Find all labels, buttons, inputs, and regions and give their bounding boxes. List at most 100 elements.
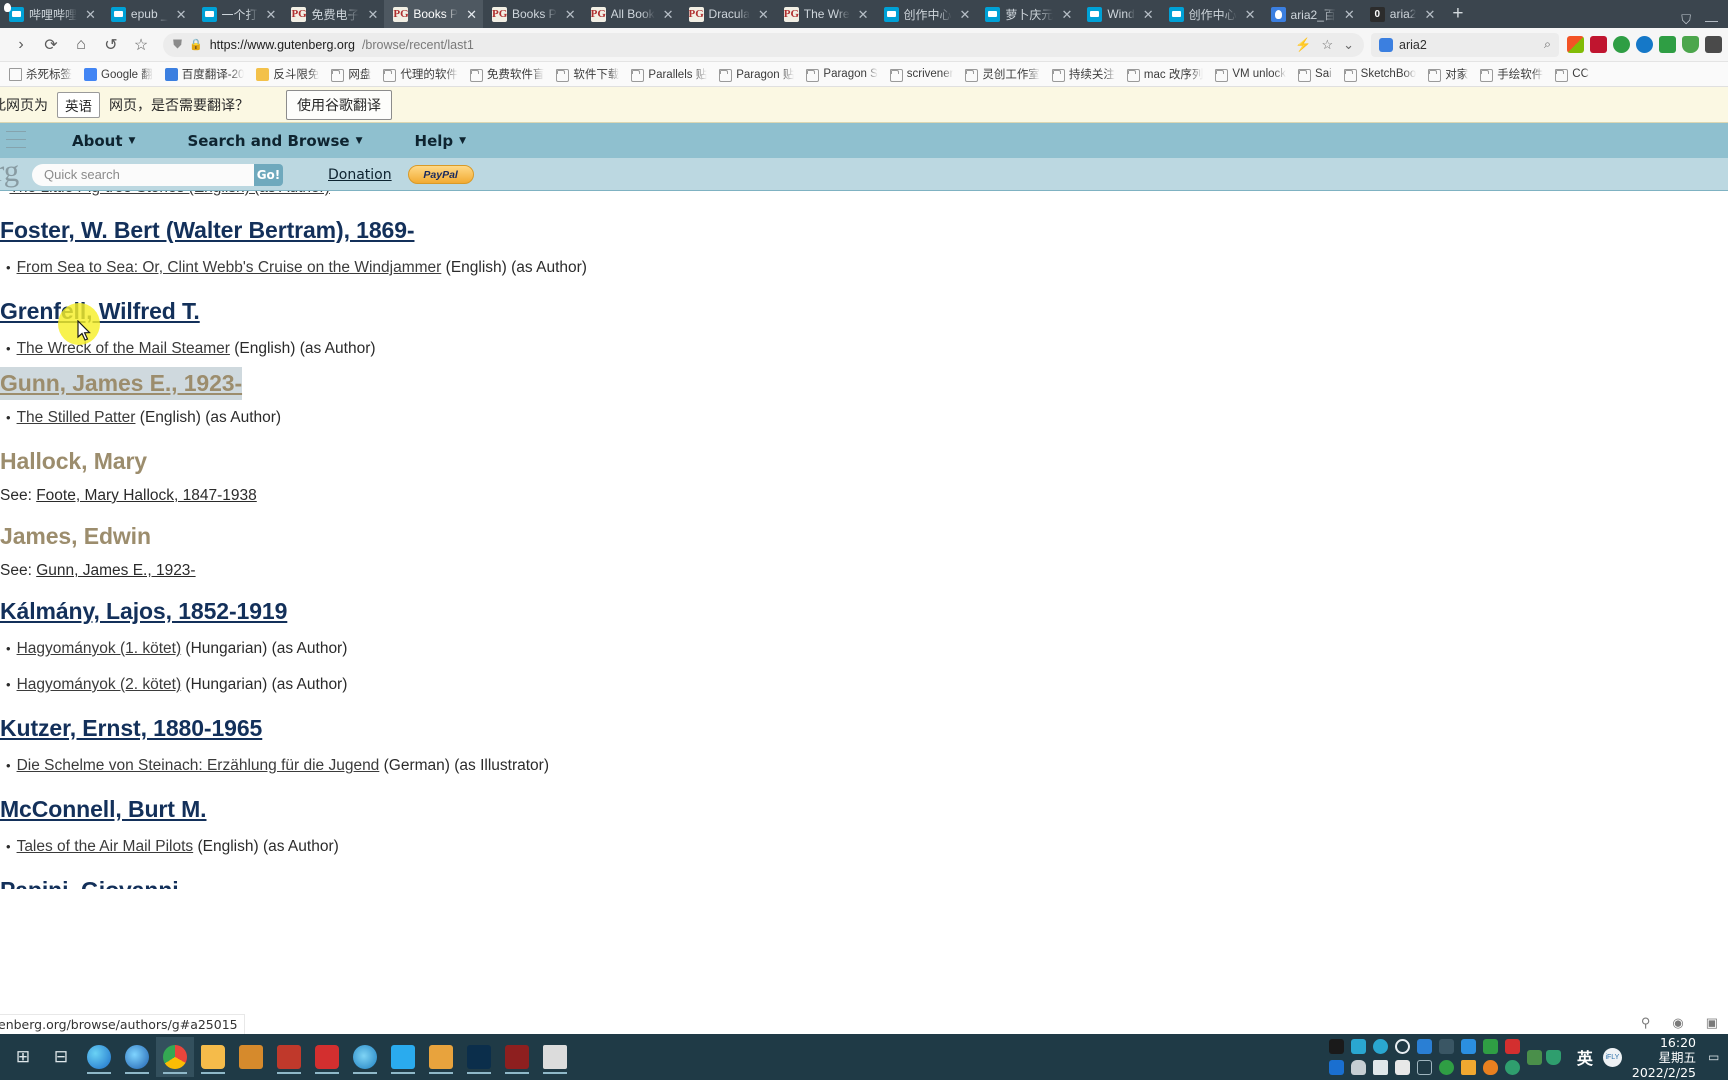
close-icon[interactable]: ✕	[1245, 8, 1256, 21]
taskbar-app-parallels[interactable]	[422, 1037, 460, 1077]
notification-icon[interactable]: ▭	[1708, 1050, 1722, 1064]
see-target-link[interactable]: Foote, Mary Hallock, 1847-1938	[36, 487, 257, 504]
star-blue-icon[interactable]	[1461, 1039, 1477, 1054]
nav-item-about[interactable]: About ▼	[46, 132, 161, 150]
compass-ext-icon[interactable]	[1636, 36, 1653, 53]
thunder-tray-icon[interactable]	[1505, 1039, 1521, 1054]
browser-tab[interactable]: PG All Book ✕	[582, 0, 680, 28]
taskbar-app-explorer[interactable]	[194, 1037, 232, 1077]
volume-icon[interactable]	[1373, 1060, 1389, 1075]
ime-indicator[interactable]: 英	[1567, 1045, 1603, 1069]
start-icon[interactable]: ⊞	[4, 1047, 42, 1067]
bookmark-item[interactable]: VM unlock	[1210, 65, 1291, 84]
bookmark-item[interactable]: Paragon 贴	[714, 64, 799, 84]
browser-tab-active[interactable]: PG Books P ✕	[384, 0, 483, 28]
telegram-tray-icon[interactable]	[1417, 1039, 1433, 1054]
bookmark-item[interactable]: 反斗限免	[251, 64, 324, 84]
bookmark-item[interactable]: 杀死标签	[4, 64, 77, 84]
new-tab-button[interactable]: +	[1441, 0, 1474, 28]
iflytek-icon[interactable]: iFLY	[1602, 1047, 1622, 1067]
bookmark-item[interactable]: 百度翻译-20	[160, 64, 250, 84]
donation-link[interactable]: Donation	[328, 167, 392, 183]
taskbar-app-photoshop[interactable]	[460, 1037, 498, 1077]
close-icon[interactable]: ✕	[858, 8, 869, 21]
grid-icon[interactable]	[1417, 1060, 1433, 1075]
close-icon[interactable]: ✕	[565, 8, 576, 21]
circle-dot-icon[interactable]	[1373, 1039, 1389, 1054]
browser-tab[interactable]: 哔哩哔哩 ✕	[0, 0, 102, 28]
browser-tab[interactable]: 一个打 ✕	[193, 0, 283, 28]
circle-icon[interactable]	[1395, 1039, 1411, 1054]
browser-tab[interactable]: Wind ✕	[1078, 0, 1159, 28]
taskbar-app-spiral[interactable]	[346, 1037, 384, 1077]
bookmark-item[interactable]: 网盘	[326, 64, 376, 84]
close-icon[interactable]: ✕	[367, 8, 378, 21]
sliders-icon[interactable]	[1351, 1039, 1367, 1054]
bookmark-item[interactable]: CC	[1550, 65, 1594, 84]
author-link[interactable]: McConnell, Burt M.	[0, 796, 207, 822]
nav-item-search-and-browse[interactable]: Search and Browse ▼	[161, 132, 388, 150]
star-icon[interactable]: ☆	[1321, 37, 1333, 53]
pin-icon[interactable]: ⚲	[1641, 1015, 1651, 1031]
book-link[interactable]: Die Schelme von Steinach: Erzählung für …	[17, 757, 380, 774]
bookmark-item[interactable]: Parallels 贴	[626, 64, 712, 84]
book-link[interactable]: Tales of the Air Mail Pilots	[17, 838, 194, 855]
check-icon[interactable]	[1395, 1060, 1411, 1075]
book-link[interactable]: The Little Pig-tree Stories (English) (a…	[9, 191, 329, 196]
author-link[interactable]: Kálmány, Lajos, 1852-1919	[0, 598, 287, 624]
browser-tab[interactable]: 创作中心 ✕	[1160, 0, 1262, 28]
close-icon[interactable]: ✕	[960, 8, 971, 21]
search-icon[interactable]: ⌕	[1544, 37, 1551, 52]
reload-icon[interactable]: ⟳	[36, 30, 66, 60]
money-icon[interactable]	[1483, 1039, 1499, 1054]
microphone-icon[interactable]	[1351, 1060, 1367, 1075]
taskbar-app-edge[interactable]	[80, 1037, 118, 1077]
close-icon[interactable]: ✕	[466, 8, 477, 21]
window-minimize-icon[interactable]: —	[1705, 13, 1718, 28]
browser-tab[interactable]: 0 aria2 ✕	[1361, 0, 1442, 28]
browser-tab[interactable]: PG 免费电子 ✕	[282, 0, 384, 28]
bookmark-item[interactable]: 免费软件盲	[465, 64, 550, 84]
bookmark-item[interactable]: 对家	[1423, 64, 1473, 84]
browser-tab[interactable]: PG The Wre ✕	[775, 0, 875, 28]
close-icon[interactable]: ✕	[176, 8, 187, 21]
author-link[interactable]: Gunn, James E., 1923-	[0, 370, 242, 396]
eye-icon[interactable]: ◉	[1672, 1015, 1683, 1031]
paypal-button[interactable]: PayPal	[407, 165, 474, 184]
forward-icon[interactable]: ›	[6, 30, 36, 60]
browser-tab[interactable]: 创作中心 ✕	[875, 0, 977, 28]
close-icon[interactable]: ✕	[1143, 8, 1154, 21]
bookmark-item[interactable]: Sai	[1293, 65, 1337, 84]
go-button[interactable]: Go!	[254, 163, 283, 186]
home-icon[interactable]: ⌂	[66, 30, 96, 60]
author-link[interactable]: Grenfell, Wilfred T.	[0, 298, 200, 324]
scissors-ext-icon[interactable]	[1705, 36, 1722, 53]
taskbar-app-thunder[interactable]	[308, 1037, 346, 1077]
translate-action-button[interactable]: 使用谷歌翻译	[286, 89, 392, 120]
taskbar-app-record[interactable]	[498, 1037, 536, 1077]
shield-green-icon[interactable]	[1505, 1060, 1521, 1075]
tab-list-icon[interactable]: ⛉	[1681, 12, 1691, 28]
close-icon[interactable]: ✕	[758, 8, 769, 21]
lightning-icon[interactable]: ⚡	[1295, 37, 1311, 53]
close-icon[interactable]: ✕	[663, 8, 674, 21]
bookmark-item[interactable]: SketchBoo	[1339, 65, 1422, 84]
bookmark-item[interactable]: Google 翻	[79, 64, 158, 84]
book-link[interactable]: Hagyományok (1. kötet)	[17, 640, 182, 657]
book-link[interactable]: Hagyományok (2. kötet)	[17, 676, 182, 693]
bookmark-item[interactable]: scrivener	[885, 65, 959, 84]
quick-search-input[interactable]: Quick search	[32, 163, 254, 186]
close-icon[interactable]: ✕	[1344, 8, 1355, 21]
author-link[interactable]: Foster, W. Bert (Walter Bertram), 1869-	[0, 217, 415, 243]
bookmark-item[interactable]: 代理的软件	[378, 64, 463, 84]
taskbar-app-chrome[interactable]	[156, 1037, 194, 1077]
book-link[interactable]: The Stilled Patter	[17, 409, 136, 426]
window-icon[interactable]	[1461, 1060, 1477, 1075]
windows-ext-icon[interactable]	[1567, 36, 1584, 53]
browser-tab[interactable]: PG Books P ✕	[483, 0, 582, 28]
taskbar-clock[interactable]: 16:20 星期五 2022/2/25	[1632, 1035, 1708, 1080]
adguard-shield-icon[interactable]	[1682, 36, 1699, 53]
author-link[interactable]: Papini, Giovanni	[0, 877, 179, 889]
author-link[interactable]: Kutzer, Ernst, 1880-1965	[0, 715, 262, 741]
bookmark-item[interactable]: 灵创工作室	[960, 64, 1045, 84]
